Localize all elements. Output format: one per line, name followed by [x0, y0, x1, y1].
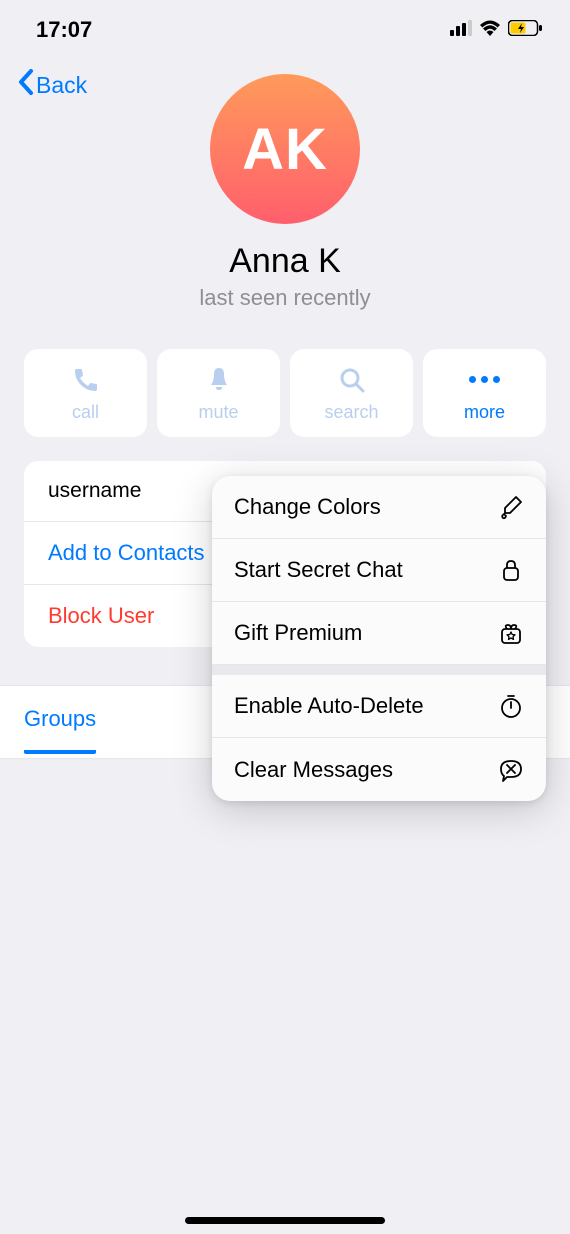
call-button[interactable]: call — [24, 349, 147, 437]
gift-icon — [496, 620, 526, 646]
search-icon — [337, 364, 367, 396]
menu-label: Enable Auto-Delete — [234, 693, 424, 719]
phone-icon — [71, 364, 101, 396]
back-button[interactable]: Back — [16, 68, 87, 102]
status-time: 17:07 — [36, 17, 92, 43]
lock-icon — [496, 557, 526, 583]
home-indicator[interactable] — [185, 1217, 385, 1224]
mute-label: mute — [198, 402, 238, 423]
tab-groups[interactable]: Groups — [24, 706, 96, 754]
more-icon — [469, 364, 500, 396]
menu-secret-chat[interactable]: Start Secret Chat — [212, 539, 546, 602]
battery-icon — [508, 20, 542, 41]
brush-icon — [496, 494, 526, 520]
timer-icon — [496, 693, 526, 719]
menu-divider — [212, 665, 546, 675]
menu-change-colors[interactable]: Change Colors — [212, 476, 546, 539]
more-button[interactable]: more — [423, 349, 546, 437]
wifi-icon — [479, 20, 501, 41]
status-icons — [450, 20, 542, 41]
avatar[interactable]: AK — [210, 74, 360, 224]
menu-gift-premium[interactable]: Gift Premium — [212, 602, 546, 665]
menu-auto-delete[interactable]: Enable Auto-Delete — [212, 675, 546, 738]
signal-icon — [450, 20, 472, 41]
action-buttons-row: call mute search more — [0, 349, 570, 437]
contact-name: Anna K — [229, 242, 341, 281]
clear-chat-icon — [496, 757, 526, 783]
chevron-left-icon — [16, 68, 34, 102]
mute-button[interactable]: mute — [157, 349, 280, 437]
menu-label: Gift Premium — [234, 620, 362, 646]
contact-header: AK Anna K last seen recently — [0, 74, 570, 311]
more-menu: Change Colors Start Secret Chat Gift Pre… — [212, 476, 546, 801]
search-label: search — [324, 402, 378, 423]
bell-icon — [204, 364, 234, 396]
contact-status: last seen recently — [199, 285, 370, 311]
back-label: Back — [36, 72, 87, 99]
menu-clear-messages[interactable]: Clear Messages — [212, 738, 546, 801]
menu-label: Start Secret Chat — [234, 557, 403, 583]
menu-label: Change Colors — [234, 494, 381, 520]
search-button[interactable]: search — [290, 349, 413, 437]
call-label: call — [72, 402, 99, 423]
more-label: more — [464, 402, 505, 423]
status-bar: 17:07 — [0, 0, 570, 50]
menu-label: Clear Messages — [234, 757, 393, 783]
